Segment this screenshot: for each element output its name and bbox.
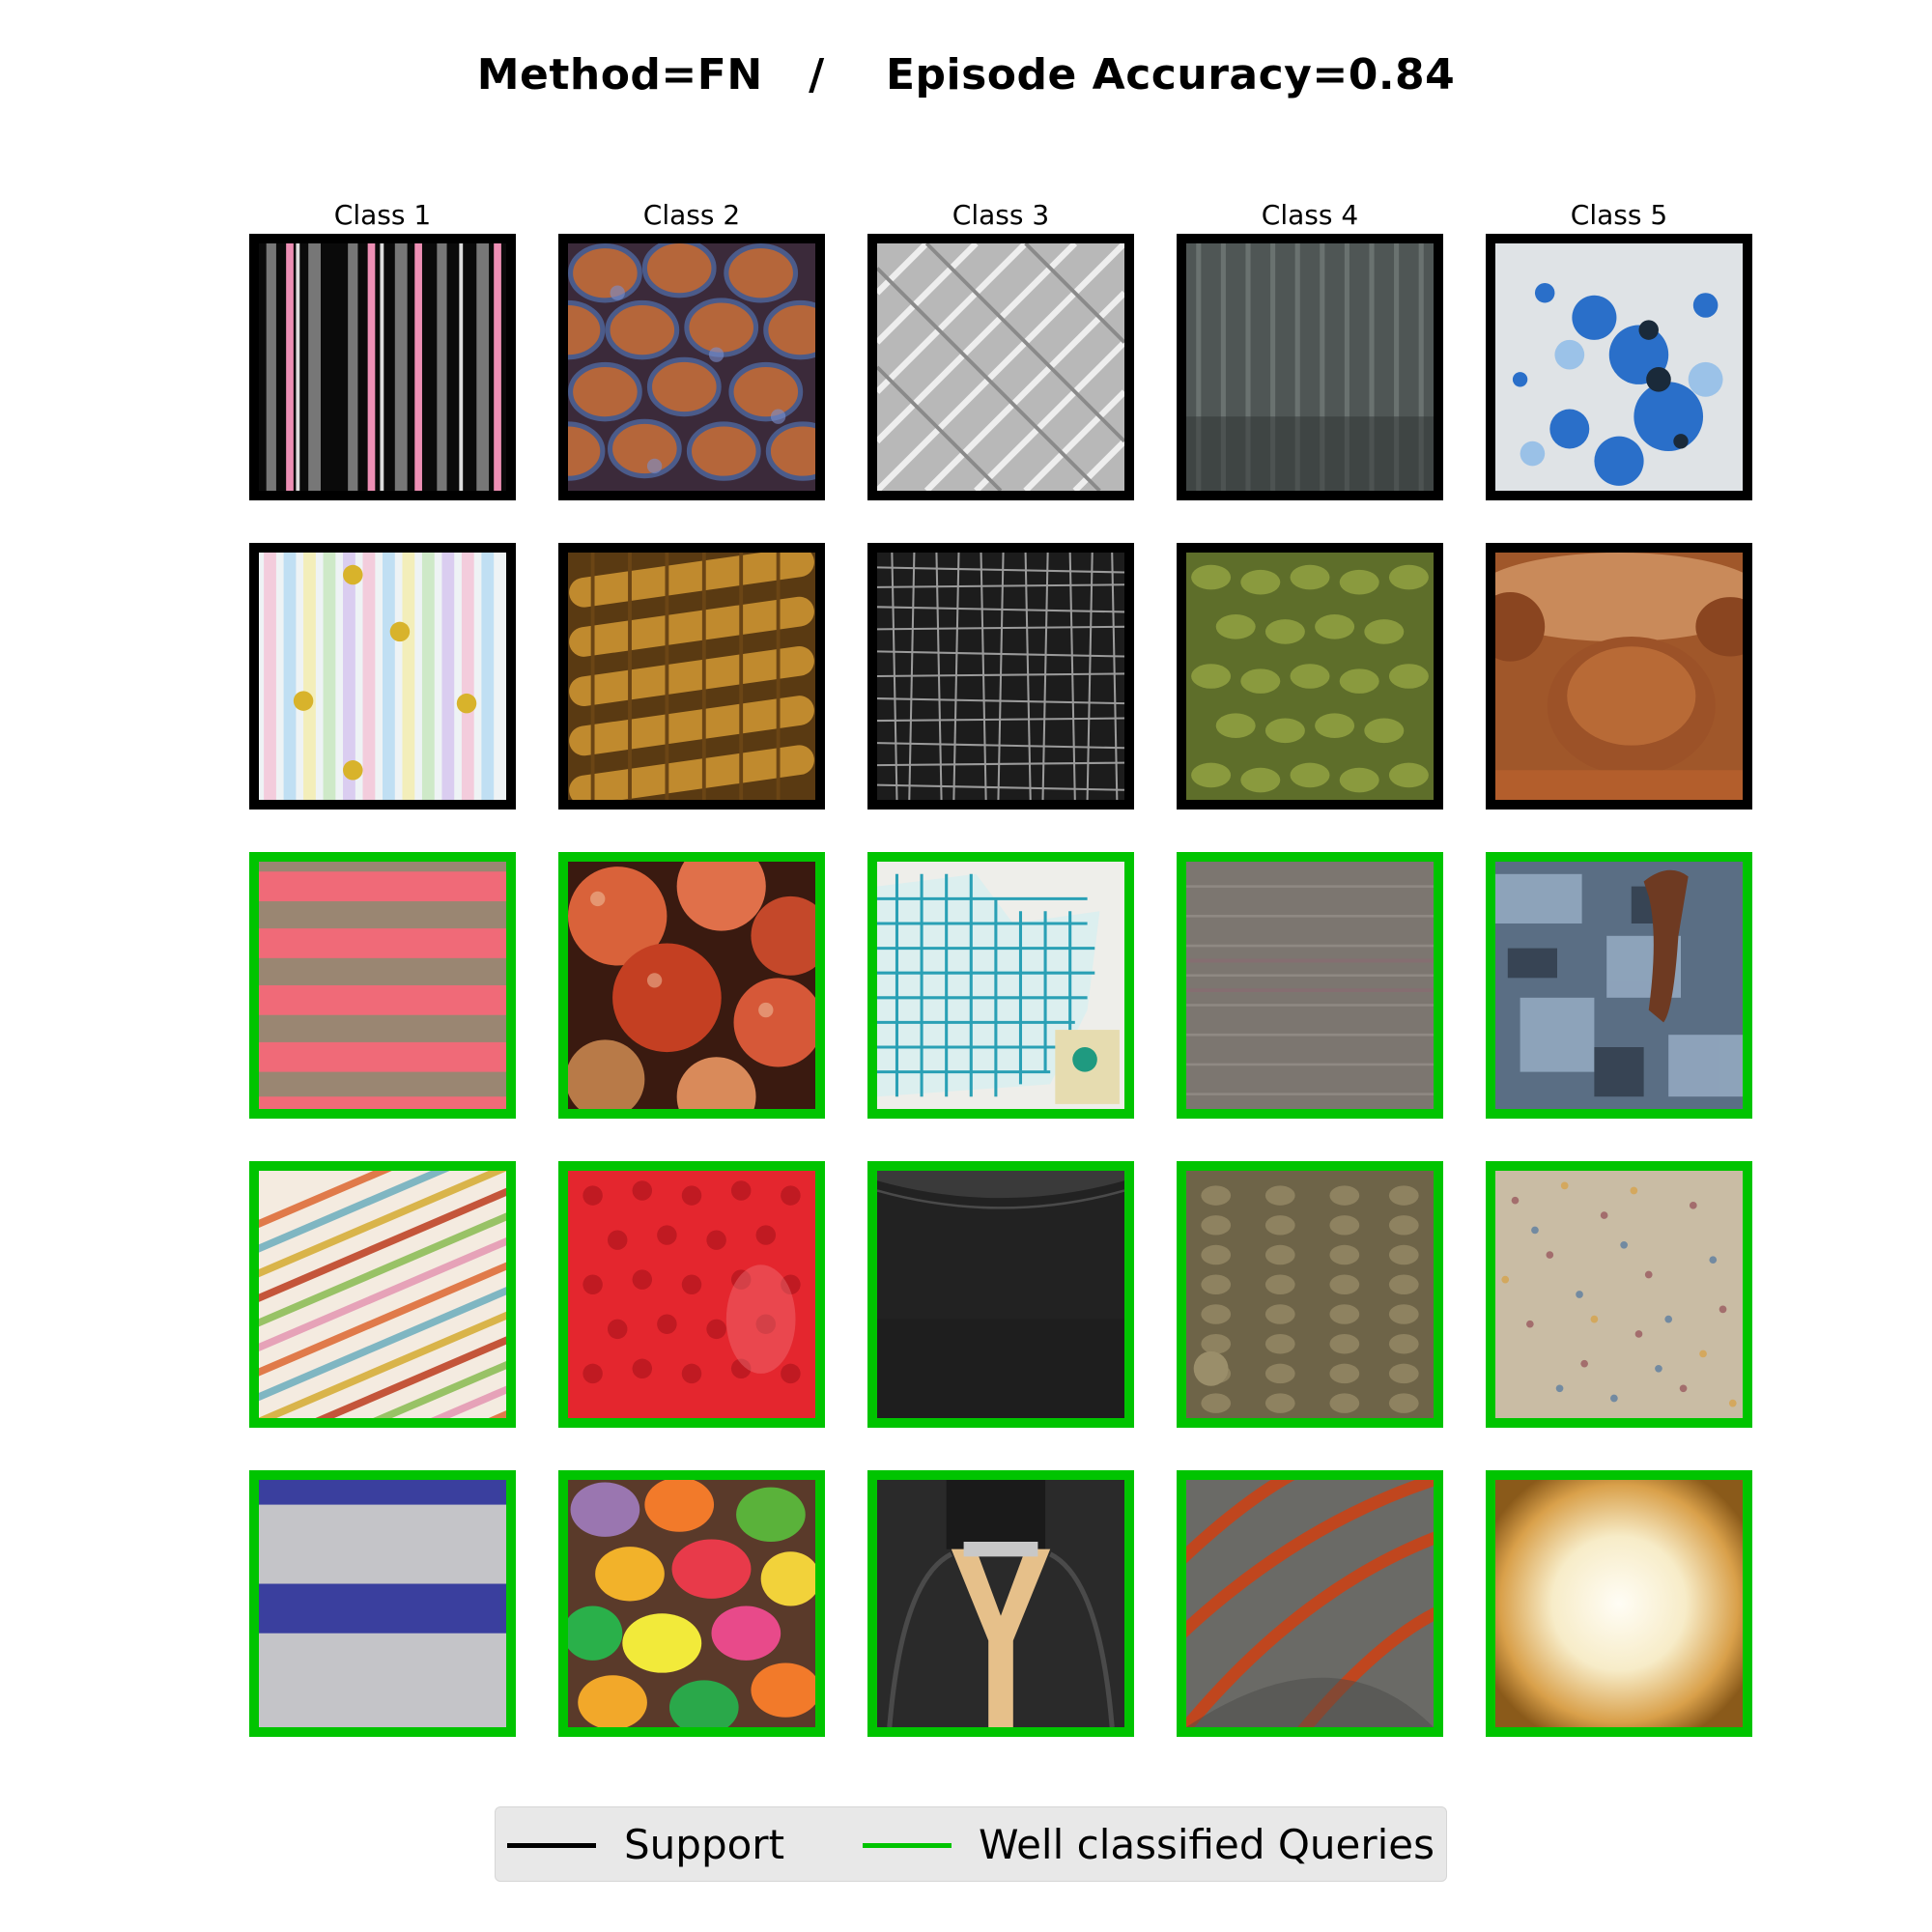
query-image-class-2-row-4 [558,1161,825,1428]
query-image-class-5-row-3 [1486,852,1752,1119]
support-image-class-3-row-1 [867,234,1134,500]
support-image-class-2-row-2 [558,543,825,810]
query-image-class-3-row-3 [867,852,1134,1119]
legend-queries-line [863,1843,952,1848]
legend: Support Well classified Queries [495,1806,1447,1882]
support-image-class-1-row-2 [249,543,516,810]
query-image-class-5-row-5 [1486,1470,1752,1737]
column-label-class-3: Class 3 [952,199,1050,231]
column-label-class-1: Class 1 [333,199,432,231]
query-image-class-4-row-3 [1177,852,1443,1119]
query-image-class-1-row-3 [249,852,516,1119]
column-label-class-5: Class 5 [1570,199,1668,231]
query-image-class-4-row-4 [1177,1161,1443,1428]
column-label-class-2: Class 2 [642,199,741,231]
query-image-class-4-row-5 [1177,1470,1443,1737]
support-image-class-5-row-1 [1486,234,1752,500]
query-image-class-5-row-4 [1486,1161,1752,1428]
query-image-class-2-row-3 [558,852,825,1119]
legend-queries-label: Well classified Queries [979,1821,1435,1868]
support-image-class-4-row-2 [1177,543,1443,810]
legend-support-label: Support [624,1821,785,1868]
query-image-class-2-row-5 [558,1470,825,1737]
support-image-class-4-row-1 [1177,234,1443,500]
legend-support-line [507,1843,596,1848]
support-image-class-2-row-1 [558,234,825,500]
column-label-class-4: Class 4 [1261,199,1359,231]
query-image-class-1-row-5 [249,1470,516,1737]
query-image-class-1-row-4 [249,1161,516,1428]
support-image-class-5-row-2 [1486,543,1752,810]
query-image-class-3-row-5 [867,1470,1134,1737]
figure-title: Method=FN / Episode Accuracy=0.84 [476,50,1456,99]
support-image-class-3-row-2 [867,543,1134,810]
support-image-class-1-row-1 [249,234,516,500]
query-image-class-3-row-4 [867,1161,1134,1428]
